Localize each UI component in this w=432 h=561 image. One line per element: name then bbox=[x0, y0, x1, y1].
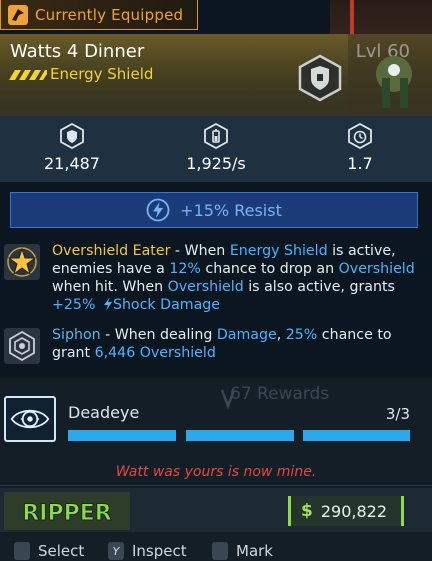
stat-recharge-delay-value: 1.7 bbox=[347, 154, 373, 173]
deadeye-name: Deadeye bbox=[68, 403, 140, 422]
shield-capacity-icon bbox=[60, 123, 84, 149]
deadeye-bar-segment bbox=[68, 430, 176, 441]
lightning-icon bbox=[103, 297, 112, 311]
flavor-text: Watt was yours is now mine. bbox=[115, 464, 317, 480]
price-amount: 290,822 bbox=[320, 501, 388, 521]
item-name: Watts 4 Dinner bbox=[10, 41, 145, 62]
perk-title: Overshield Eater bbox=[52, 243, 171, 259]
deadeye-bar-segment bbox=[303, 430, 410, 441]
currently-equipped-tab[interactable]: Currently Equipped bbox=[0, 0, 198, 30]
eye-target-icon bbox=[4, 396, 56, 442]
resist-text: +15% Resist bbox=[180, 200, 282, 220]
recharge-rate-icon bbox=[204, 123, 228, 149]
manufacturer-logo: RIPPER bbox=[4, 492, 130, 530]
tab-label: Currently Equipped bbox=[35, 5, 184, 24]
currency-symbol: $ bbox=[301, 501, 313, 521]
controller-button-icon bbox=[212, 542, 228, 560]
shield-badge-icon bbox=[298, 54, 342, 102]
deadeye-bar-segment bbox=[186, 430, 294, 441]
background-rewards-text: 67 Rewards bbox=[230, 384, 330, 404]
resist-bar: +15% Resist bbox=[10, 192, 418, 228]
hint-select[interactable]: Select bbox=[14, 542, 84, 560]
lightning-icon bbox=[146, 198, 170, 222]
siphon-icon bbox=[4, 328, 40, 364]
keyword-overshield: Overshield bbox=[167, 279, 244, 295]
star-burst-icon bbox=[4, 244, 40, 280]
keyword-energy-shield: Energy Shield bbox=[229, 243, 328, 259]
keyword-damage: Damage bbox=[216, 327, 277, 343]
stat-recharge-rate-value: 1,925/s bbox=[186, 154, 246, 173]
deadeye-count: 3/3 bbox=[385, 405, 410, 423]
equipped-shield-icon bbox=[8, 4, 28, 25]
controller-button-icon bbox=[14, 542, 30, 560]
stat-capacity: 21,487 bbox=[0, 116, 144, 182]
item-type: Energy Shield bbox=[50, 65, 154, 83]
stat-recharge-delay: 1.7 bbox=[288, 116, 432, 182]
character-figure bbox=[348, 34, 432, 116]
button-hints: Select Y Inspect Mark bbox=[0, 538, 432, 561]
stat-recharge-rate: 1,925/s bbox=[144, 116, 288, 182]
perk-siphon-text: Siphon - When dealing Damage, 25% chance… bbox=[52, 327, 392, 361]
keyword-shock-damage: Shock Damage bbox=[112, 297, 221, 313]
price-display: $ 290,822 bbox=[288, 496, 404, 526]
keyword-overshield: Overshield bbox=[338, 261, 415, 277]
item-header: Watts 4 Dinner Lvl 60 Energy Shield bbox=[0, 34, 432, 116]
perk-overshield-eater-text: Overshield Eater - When Energy Shield is… bbox=[52, 243, 415, 313]
hint-inspect[interactable]: Y Inspect bbox=[108, 542, 187, 560]
stat-capacity-value: 21,487 bbox=[44, 154, 100, 173]
hint-mark[interactable]: Mark bbox=[212, 542, 273, 560]
recharge-delay-icon bbox=[348, 123, 372, 149]
y-button-icon: Y bbox=[108, 542, 124, 560]
keyword-overshield-amount: 6,446 Overshield bbox=[94, 345, 216, 361]
stats-row: 21,487 1,925/s 1.7 bbox=[0, 116, 432, 182]
section-divider bbox=[0, 374, 432, 378]
manufacturer-logo-text: RIPPER bbox=[22, 501, 111, 526]
perk-title: Siphon bbox=[52, 327, 101, 343]
rarity-stripes-icon bbox=[9, 70, 47, 80]
